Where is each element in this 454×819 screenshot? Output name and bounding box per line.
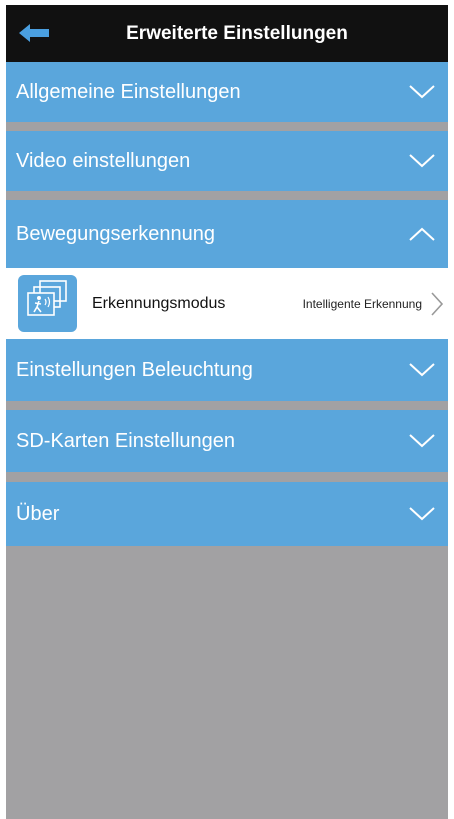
chevron-down-icon <box>408 131 436 191</box>
detection-mode-item[interactable]: Erkennungsmodus Intelligente Erkennung <box>6 268 448 339</box>
chevron-down-icon <box>408 339 436 401</box>
chevron-down-icon <box>408 410 436 472</box>
section-label: Video einstellungen <box>16 149 191 172</box>
section-label: SD-Karten Einstellungen <box>16 429 236 452</box>
detection-mode-value: Intelligente Erkennung <box>302 296 422 311</box>
section-general-settings[interactable]: Allgemeine Einstellungen <box>6 62 448 122</box>
section-label: Bewegungserkennung <box>16 222 216 245</box>
chevron-up-icon <box>408 200 436 268</box>
section-label: Allgemeine Einstellungen <box>16 80 241 103</box>
motion-detection-icon <box>18 275 77 332</box>
section-lighting-settings[interactable]: Einstellungen Beleuchtung <box>6 339 448 401</box>
back-button[interactable] <box>16 19 52 47</box>
section-video-settings[interactable]: Video einstellungen <box>6 131 448 191</box>
chevron-down-icon <box>408 482 436 546</box>
section-label: Über <box>16 502 60 525</box>
chevron-down-icon <box>408 62 436 122</box>
chevron-right-icon <box>430 268 444 339</box>
settings-screen: Erweiterte Einstellungen Allgemeine Eins… <box>6 5 448 819</box>
page-title: Erweiterte Einstellungen <box>126 23 348 44</box>
header-bar: Erweiterte Einstellungen <box>6 5 448 62</box>
section-label: Einstellungen Beleuchtung <box>16 358 253 381</box>
detection-mode-label: Erkennungsmodus <box>92 294 226 312</box>
section-sd-card-settings[interactable]: SD-Karten Einstellungen <box>6 410 448 472</box>
section-motion-detection[interactable]: Bewegungserkennung <box>6 200 448 268</box>
section-about[interactable]: Über <box>6 482 448 546</box>
back-arrow-icon <box>19 24 49 42</box>
